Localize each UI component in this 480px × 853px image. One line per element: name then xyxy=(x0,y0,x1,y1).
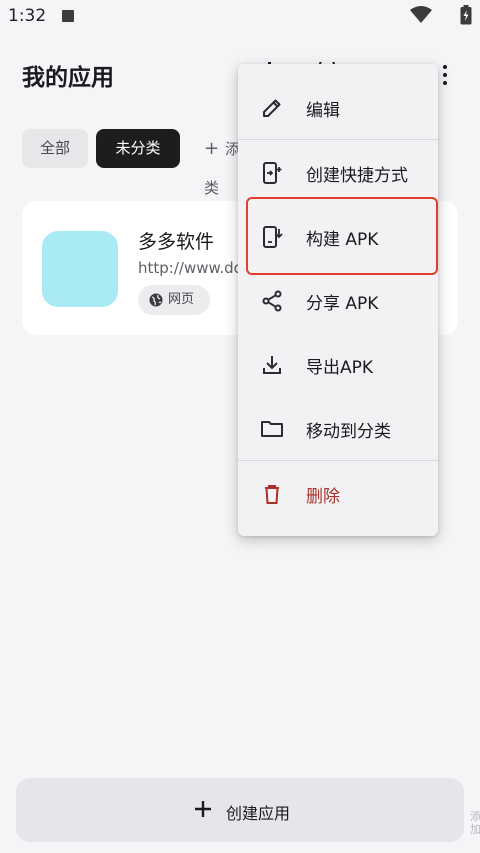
app-type-badge: 网页 xyxy=(138,285,210,315)
menu-item-edit[interactable]: 编辑 xyxy=(238,76,438,140)
menu-item-share-apk[interactable]: 分享 APK xyxy=(238,269,438,333)
share-icon xyxy=(262,290,282,312)
menu-item-label: 构建 APK xyxy=(306,230,379,250)
edge-fab-label[interactable]: 添加 xyxy=(470,810,480,836)
chip-all[interactable]: 全部 xyxy=(22,129,88,168)
app-name: 多多软件 xyxy=(138,231,215,253)
build-apk-icon xyxy=(263,226,283,248)
chip-uncategorized[interactable]: 未分类 xyxy=(96,129,180,168)
menu-item-label: 创建快捷方式 xyxy=(306,166,408,186)
menu-item-label: 分享 APK xyxy=(306,294,379,314)
plus-icon: + xyxy=(204,138,220,159)
menu-item-build-apk[interactable]: 构建 APK xyxy=(238,205,438,269)
download-icon xyxy=(263,356,281,374)
app-type-label: 网页 xyxy=(168,292,195,307)
battery-icon xyxy=(460,5,472,25)
menu-divider xyxy=(238,139,438,140)
menu-item-move-to-category[interactable]: 移动到分类 xyxy=(238,397,438,461)
add-shortcut-icon xyxy=(263,162,282,184)
menu-item-label: 删除 xyxy=(306,487,340,507)
app-icon xyxy=(42,231,118,307)
notification-icon xyxy=(62,10,74,22)
folder-icon xyxy=(261,421,283,437)
menu-item-label: 导出APK xyxy=(306,358,374,378)
menu-item-export-apk[interactable]: 导出APK xyxy=(238,333,438,397)
menu-item-delete[interactable]: 删除 xyxy=(238,462,438,526)
menu-item-label: 移动到分类 xyxy=(306,422,391,442)
app-url: http://www.dd xyxy=(138,259,238,277)
create-app-label: 创建应用 xyxy=(226,804,291,823)
menu-item-label: 编辑 xyxy=(306,101,340,121)
create-app-button[interactable]: 创建应用 xyxy=(16,778,464,842)
status-time: 1:32 xyxy=(8,6,47,26)
status-bar: 1:32 xyxy=(0,0,480,34)
pencil-icon xyxy=(263,99,281,117)
menu-item-create-shortcut[interactable]: 创建快捷方式 xyxy=(238,141,438,205)
page-title: 我的应用 xyxy=(22,65,114,91)
globe-icon xyxy=(149,293,163,307)
trash-icon xyxy=(265,485,279,504)
context-menu: 编辑 创建快捷方式 构建 APK 分享 APK 导出APK 移动到分类 删除 xyxy=(238,64,438,536)
plus-icon xyxy=(195,801,211,817)
wifi-icon xyxy=(410,6,432,23)
menu-divider xyxy=(238,460,438,461)
